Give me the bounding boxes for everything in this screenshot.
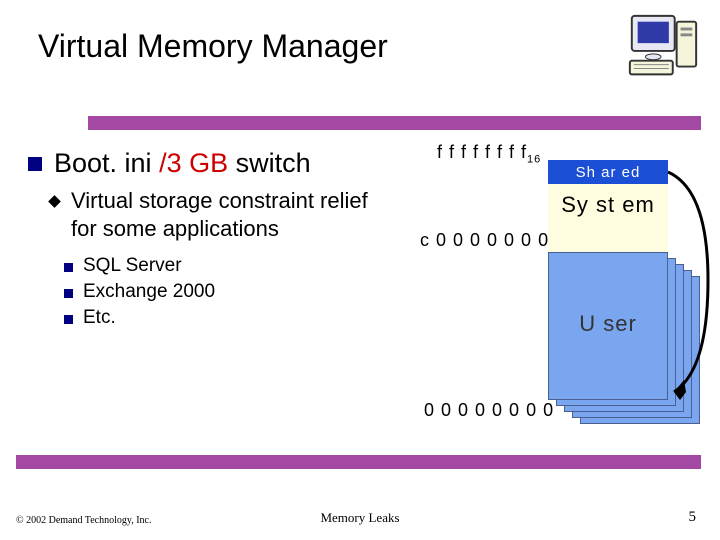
address-top: f f f f f f f f16 — [437, 142, 541, 166]
user-region-stack: U ser — [548, 252, 668, 422]
diamond-bullet-icon — [48, 195, 61, 208]
divider-bottom — [16, 455, 701, 469]
slide-title: Virtual Memory Manager — [38, 28, 388, 65]
square-bullet-icon — [64, 263, 73, 272]
address-bottom: 0 0 0 0 0 0 0 0 — [424, 400, 554, 421]
memory-diagram: Sh ar ed Sy st em — [548, 160, 668, 252]
user-label: U ser — [549, 311, 667, 337]
square-bullet-icon — [64, 315, 73, 324]
user-card: U ser — [548, 252, 668, 400]
square-bullet-icon — [28, 157, 42, 171]
list-item: SQL Server — [83, 255, 182, 277]
address-mid: c 0 0 0 0 0 0 016 — [420, 230, 563, 254]
system-region: Sy st em — [548, 184, 668, 252]
square-bullet-icon — [64, 289, 73, 298]
list-item: Etc. — [83, 307, 116, 329]
divider-top — [88, 116, 701, 130]
main-bullet-text: Boot. ini /3 GB switch — [54, 148, 311, 179]
sub-bullet-text: Virtual storage constraint relief for so… — [71, 187, 398, 243]
content-area: Boot. ini /3 GB switch Virtual storage c… — [28, 148, 398, 333]
shared-region: Sh ar ed — [548, 160, 668, 184]
computer-icon — [624, 10, 702, 88]
list-item: Exchange 2000 — [83, 281, 215, 303]
footer-title: Memory Leaks — [0, 510, 720, 526]
page-number: 5 — [689, 509, 697, 526]
